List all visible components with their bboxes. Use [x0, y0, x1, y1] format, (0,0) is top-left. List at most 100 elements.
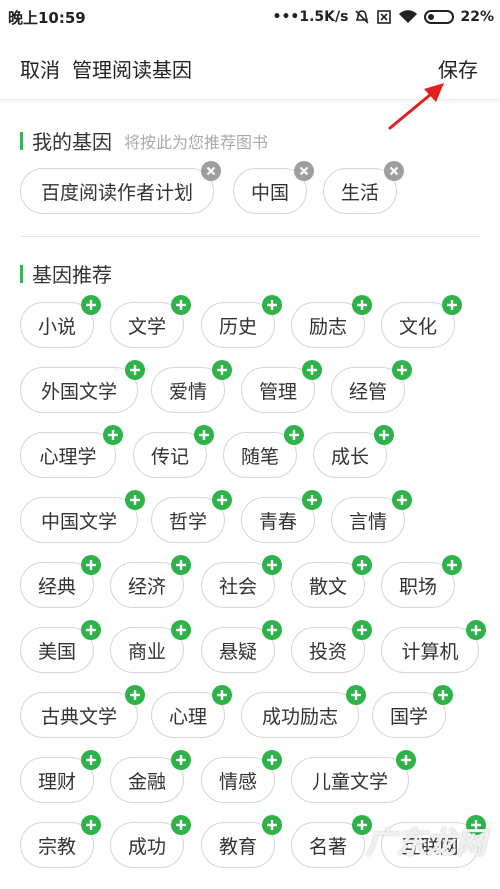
add-icon[interactable] — [212, 360, 232, 380]
add-icon[interactable] — [262, 555, 282, 575]
recommended-tag[interactable]: 情感 — [201, 750, 282, 803]
recommended-tag[interactable]: 儿童文学 — [291, 750, 416, 803]
tag-label: 外国文学 — [40, 380, 117, 403]
add-icon[interactable] — [103, 425, 123, 445]
recommended-tag[interactable]: 古典文学 — [20, 685, 145, 738]
recommended-tag[interactable]: 教育 — [201, 815, 282, 868]
tag-label: 儿童文学 — [311, 770, 388, 793]
status-time: 晚上10:59 — [8, 9, 86, 27]
recommended-tag[interactable]: 商业 — [110, 620, 191, 673]
recommended-tag[interactable]: 理财 — [20, 750, 101, 803]
add-icon[interactable] — [284, 425, 304, 445]
add-icon[interactable] — [125, 490, 145, 510]
recommended-tag[interactable]: 美国 — [20, 620, 101, 673]
recommended-tag[interactable]: 外国文学 — [20, 360, 145, 413]
add-icon[interactable] — [352, 815, 372, 835]
recommended-tag[interactable]: 励志 — [291, 295, 372, 348]
recommended-tag[interactable]: 经典 — [20, 555, 101, 608]
recommended-tag[interactable]: 宗教 — [20, 815, 101, 868]
add-icon[interactable] — [346, 685, 366, 705]
recommended-tag[interactable]: 管理 — [241, 360, 322, 413]
tag-label: 散文 — [308, 575, 347, 598]
add-icon[interactable] — [171, 815, 191, 835]
tag-label: 金融 — [127, 770, 166, 793]
recommended-tag[interactable]: 随笔 — [223, 425, 304, 478]
recommended-tag[interactable]: 哲学 — [151, 490, 232, 543]
recommended-tag[interactable]: 心理学 — [20, 425, 123, 478]
recommended-tag[interactable]: 国学 — [372, 685, 453, 738]
add-icon[interactable] — [442, 295, 462, 315]
add-icon[interactable] — [194, 425, 214, 445]
recommended-tag[interactable]: 金融 — [110, 750, 191, 803]
recommended-tag[interactable]: 心理 — [151, 685, 232, 738]
recommended-tag[interactable]: 成长 — [313, 425, 394, 478]
add-icon[interactable] — [262, 620, 282, 640]
remove-icon[interactable] — [294, 161, 314, 181]
add-icon[interactable] — [433, 685, 453, 705]
add-icon[interactable] — [81, 555, 101, 575]
remove-icon[interactable] — [384, 161, 404, 181]
my-genes-title: 我的基因 — [32, 130, 112, 154]
tag-label: 言情 — [348, 510, 387, 533]
recommended-tag[interactable]: 互联网 — [381, 815, 486, 868]
recommended-tag[interactable]: 成功 — [110, 815, 191, 868]
recommended-tag[interactable]: 悬疑 — [201, 620, 282, 673]
add-icon[interactable] — [81, 620, 101, 640]
recommended-tag[interactable]: 经管 — [331, 360, 412, 413]
add-icon[interactable] — [262, 295, 282, 315]
recommended-tag[interactable]: 爱情 — [151, 360, 232, 413]
my-gene-tag[interactable]: 生活 — [323, 161, 404, 214]
recommended-tag[interactable]: 计算机 — [381, 620, 486, 673]
section-accent — [20, 264, 23, 283]
tag-label: 心理学 — [39, 445, 97, 468]
add-icon[interactable] — [392, 490, 412, 510]
recommended-tag[interactable]: 青春 — [241, 490, 322, 543]
add-icon[interactable] — [392, 360, 412, 380]
add-icon[interactable] — [171, 555, 191, 575]
recommended-tag[interactable]: 投资 — [291, 620, 372, 673]
recommended-tag[interactable]: 职场 — [381, 555, 462, 608]
add-icon[interactable] — [125, 685, 145, 705]
recommended-tag[interactable]: 传记 — [133, 425, 214, 478]
recommended-tag[interactable]: 名著 — [291, 815, 372, 868]
add-icon[interactable] — [302, 360, 322, 380]
add-icon[interactable] — [442, 555, 462, 575]
add-icon[interactable] — [81, 815, 101, 835]
tag-label: 心理 — [168, 705, 207, 728]
remove-icon[interactable] — [201, 161, 221, 181]
add-icon[interactable] — [374, 425, 394, 445]
recommended-tag[interactable]: 历史 — [201, 295, 282, 348]
recommended-tag[interactable]: 言情 — [331, 490, 412, 543]
add-icon[interactable] — [466, 620, 486, 640]
tag-label: 商业 — [127, 640, 166, 663]
add-icon[interactable] — [171, 750, 191, 770]
add-icon[interactable] — [262, 750, 282, 770]
add-icon[interactable] — [262, 815, 282, 835]
add-icon[interactable] — [81, 750, 101, 770]
recommended-tag[interactable]: 中国文学 — [20, 490, 145, 543]
my-gene-tag[interactable]: 中国 — [233, 161, 314, 214]
recommended-tag[interactable]: 散文 — [291, 555, 372, 608]
recommended-tag[interactable]: 社会 — [201, 555, 282, 608]
add-icon[interactable] — [212, 490, 232, 510]
cancel-button[interactable]: 取消 — [20, 54, 60, 83]
add-icon[interactable] — [171, 620, 191, 640]
recommended-tag[interactable]: 成功励志 — [241, 685, 366, 738]
add-icon[interactable] — [466, 815, 486, 835]
add-icon[interactable] — [352, 295, 372, 315]
add-icon[interactable] — [302, 490, 322, 510]
recommended-tag[interactable]: 小说 — [20, 295, 101, 348]
tag-label: 情感 — [218, 770, 257, 793]
add-icon[interactable] — [352, 555, 372, 575]
add-icon[interactable] — [171, 295, 191, 315]
recommended-tag[interactable]: 文化 — [381, 295, 462, 348]
add-icon[interactable] — [352, 620, 372, 640]
add-icon[interactable] — [212, 685, 232, 705]
add-icon[interactable] — [396, 750, 416, 770]
recommended-tag[interactable]: 经济 — [110, 555, 191, 608]
save-button[interactable]: 保存 — [438, 54, 478, 83]
recommended-tag[interactable]: 文学 — [110, 295, 191, 348]
add-icon[interactable] — [125, 360, 145, 380]
add-icon[interactable] — [81, 295, 101, 315]
my-gene-tag[interactable]: 百度阅读作者计划 — [20, 161, 221, 214]
